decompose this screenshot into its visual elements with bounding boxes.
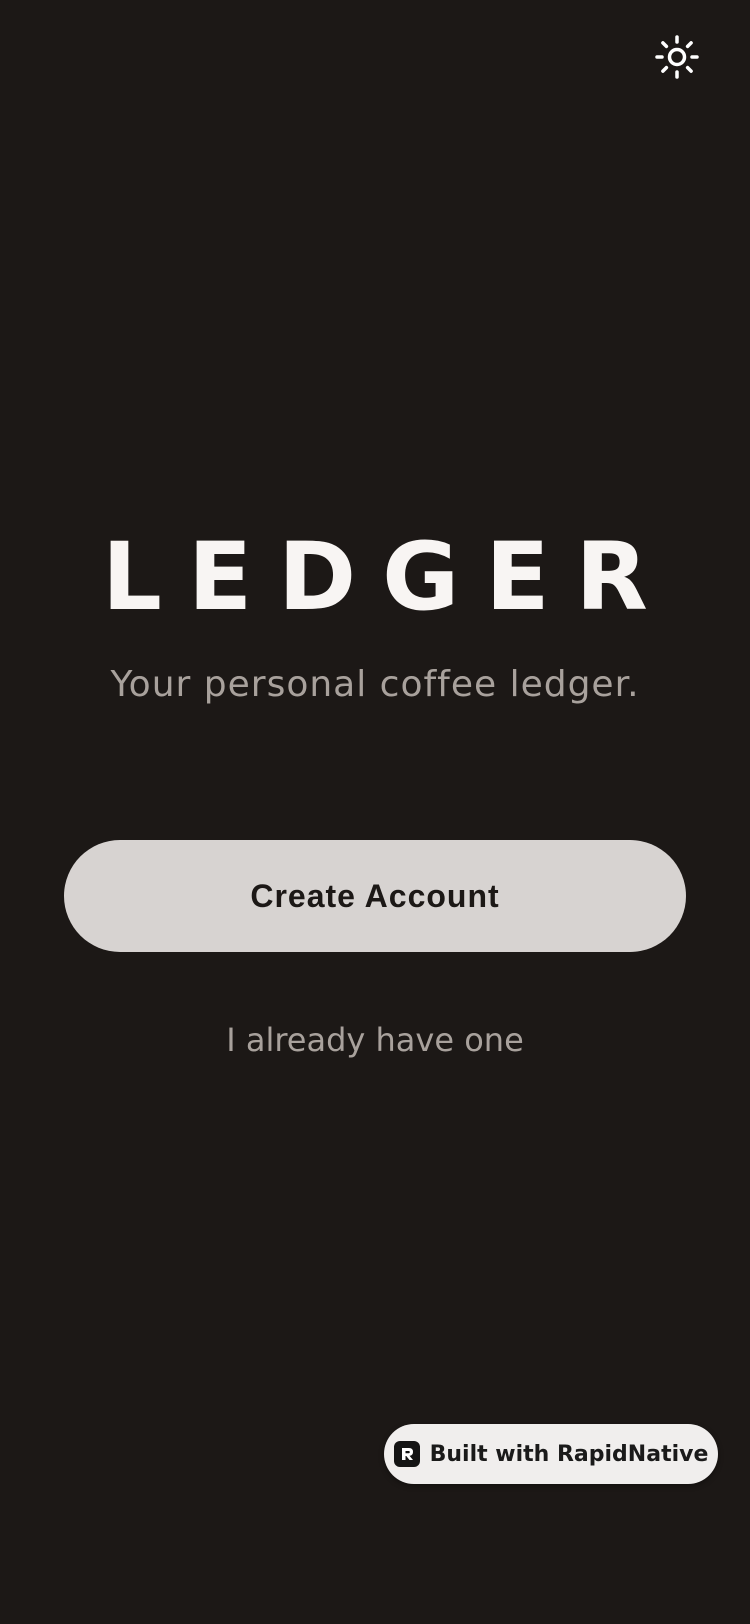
existing-account-link[interactable]: I already have one: [0, 1016, 750, 1064]
app-tagline: Your personal coffee ledger.: [110, 664, 640, 705]
theme-toggle-button[interactable]: [652, 32, 702, 82]
built-with-label: Built with RapidNative: [429, 1441, 709, 1467]
app-title: LEDGER: [102, 523, 674, 632]
create-account-button[interactable]: Create Account: [64, 840, 686, 952]
built-with-badge[interactable]: Built with RapidNative: [384, 1424, 718, 1484]
sun-icon: [655, 35, 699, 79]
welcome-screen: LEDGER Your personal coffee ledger. Crea…: [0, 0, 750, 1624]
rapidnative-logo-icon: [393, 1441, 420, 1467]
